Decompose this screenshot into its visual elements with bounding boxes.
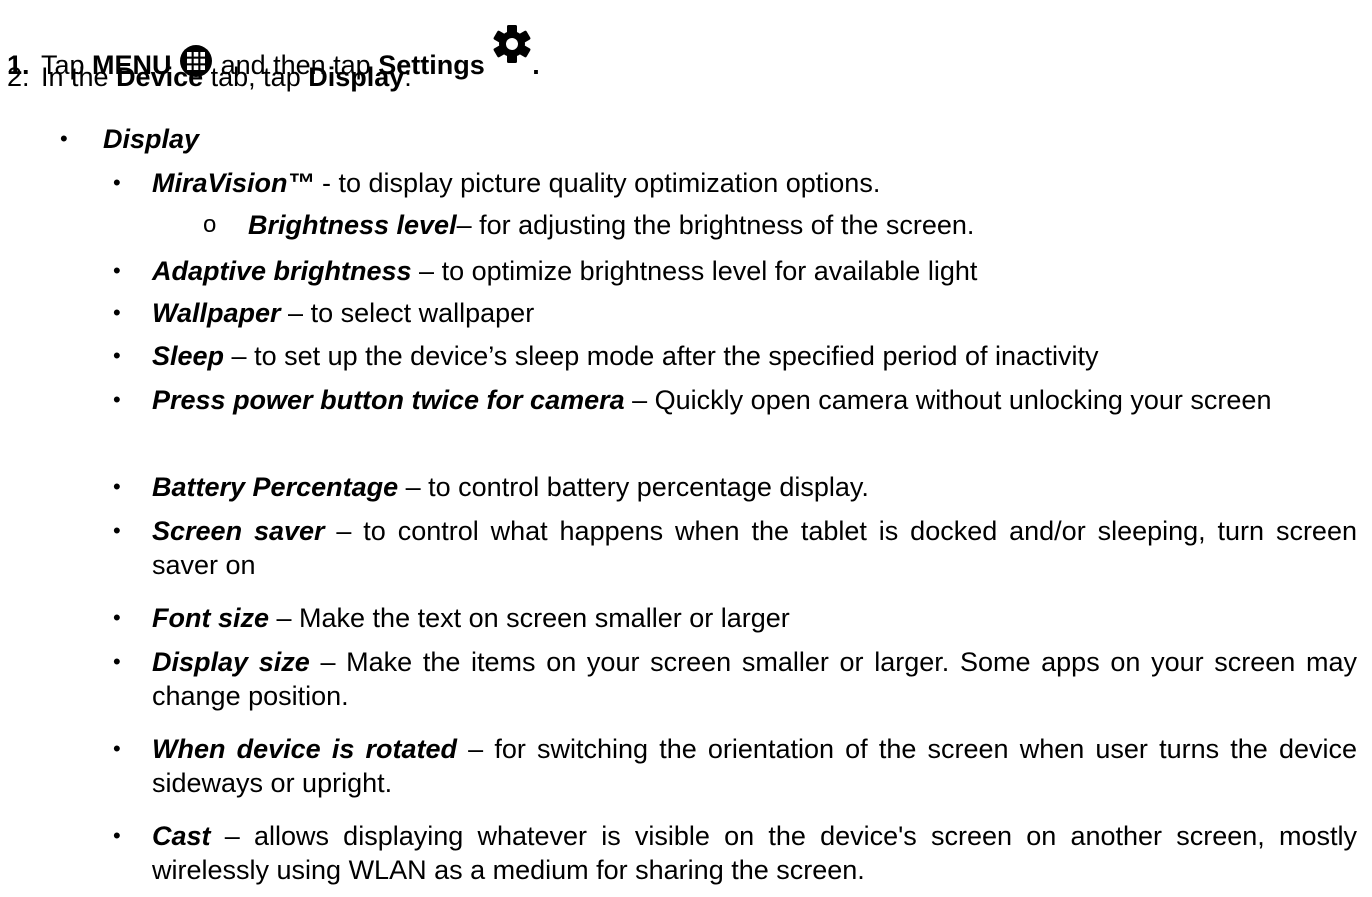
list-item: Display size – Make the items on your sc…	[152, 645, 1357, 713]
step-end: .	[532, 50, 540, 80]
bullet: •	[113, 823, 121, 848]
item-term: Battery Percentage	[152, 472, 399, 502]
list-item: Press power button twice for camera – Qu…	[152, 383, 1357, 417]
item-term: Adaptive brightness	[152, 256, 412, 286]
item-desc: - to display picture quality optimizatio…	[314, 168, 881, 198]
step-text: tab, tap	[203, 62, 309, 92]
bullet: •	[113, 649, 121, 674]
list-item: Font size – Make the text on screen smal…	[152, 601, 790, 635]
item-term: Display size	[152, 647, 310, 677]
item-term: MiraVision™	[152, 168, 315, 198]
list-item: MiraVision™ - to display picture quality…	[152, 166, 880, 200]
section-title: Display	[103, 124, 200, 154]
item-desc: – allows displaying whatever is visible …	[152, 821, 1357, 885]
sub-bullet: o	[203, 211, 217, 238]
list-item: Cast – allows displaying whatever is vis…	[152, 819, 1357, 887]
item-desc: – to optimize brightness level for avail…	[411, 256, 978, 286]
item-desc: – Quickly open camera without unlocking …	[624, 385, 1272, 415]
step-text: In the	[41, 62, 117, 92]
item-desc: – Make the text on screen smaller or lar…	[269, 603, 790, 633]
list-item: Adaptive brightness – to optimize bright…	[152, 254, 977, 288]
list-item: When device is rotated – for switching t…	[152, 732, 1357, 800]
item-term: When device is rotated	[152, 734, 458, 764]
step-text: :	[404, 62, 412, 92]
item-desc: – to select wallpaper	[280, 298, 535, 328]
bullet: •	[60, 126, 68, 151]
step-number: 2.	[7, 62, 30, 92]
bullet: •	[113, 258, 121, 283]
bullet: •	[113, 518, 121, 543]
item-term: Sleep	[152, 341, 225, 371]
list-item: Brightness level– for adjusting the brig…	[248, 208, 974, 242]
document: 1. Tap MENU and then tap Settings . 2. I…	[0, 0, 1372, 897]
item-term: Font size	[152, 603, 270, 633]
settings-gear-icon	[492, 24, 532, 72]
item-term: Cast	[152, 821, 211, 851]
item-term: Press power button twice for camera	[152, 385, 625, 415]
bullet: •	[113, 343, 121, 368]
list-item: Screen saver – to control what happens w…	[152, 514, 1357, 582]
display-label: Display	[308, 62, 405, 92]
list-item: Sleep – to set up the device’s sleep mod…	[152, 339, 1099, 373]
bullet: •	[113, 605, 121, 630]
step-2: 2. In the Device tab, tap Display:	[7, 60, 412, 94]
device-tab-label: Device	[116, 62, 204, 92]
list-item: Wallpaper – to select wallpaper	[152, 296, 534, 330]
item-desc: – Make the items on your screen smaller …	[152, 647, 1358, 711]
bullet: •	[113, 474, 121, 499]
item-term: Screen saver	[152, 516, 325, 546]
item-desc: – to set up the device’s sleep mode afte…	[224, 341, 1099, 371]
item-desc: – to control battery percentage display.	[398, 472, 869, 502]
item-term: Wallpaper	[152, 298, 281, 328]
item-desc: – for adjusting the brightness of the sc…	[456, 210, 975, 240]
bullet: •	[113, 300, 121, 325]
bullet: •	[113, 170, 121, 195]
bullet: •	[113, 387, 121, 412]
list-item: Battery Percentage – to control battery …	[152, 470, 869, 504]
bullet: •	[113, 736, 121, 761]
item-term: Brightness level	[248, 210, 457, 240]
item-desc: – to control what happens when the table…	[152, 516, 1357, 580]
